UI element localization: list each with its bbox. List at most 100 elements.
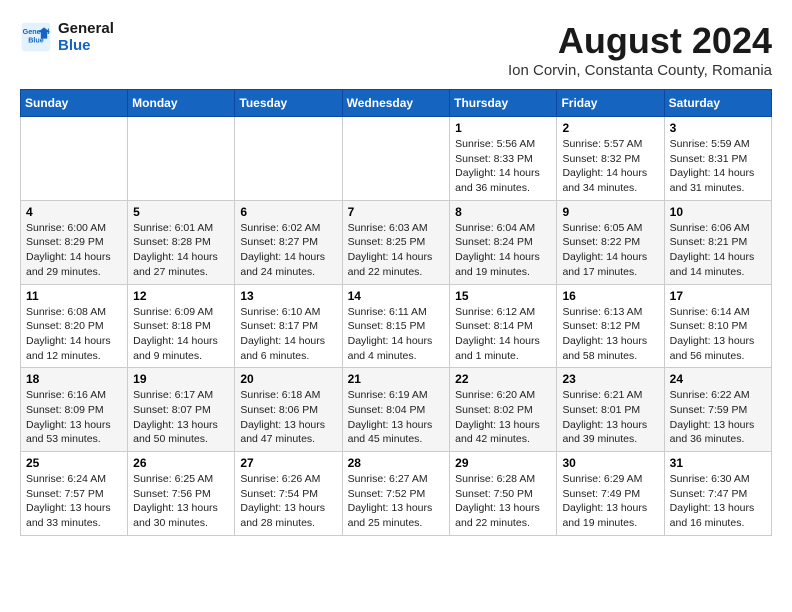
day-info: Sunrise: 6:04 AM Sunset: 8:24 PM Dayligh… bbox=[455, 221, 551, 280]
day-info: Sunrise: 6:24 AM Sunset: 7:57 PM Dayligh… bbox=[26, 472, 122, 531]
day-number: 13 bbox=[240, 289, 336, 303]
day-number: 22 bbox=[455, 372, 551, 386]
day-info: Sunrise: 6:01 AM Sunset: 8:28 PM Dayligh… bbox=[133, 221, 229, 280]
calendar-cell bbox=[235, 117, 342, 201]
calendar-cell: 11 Sunrise: 6:08 AM Sunset: 8:20 PM Dayli… bbox=[21, 284, 128, 368]
weekday-header-sunday: Sunday bbox=[21, 90, 128, 117]
calendar-cell: 12 Sunrise: 6:09 AM Sunset: 8:18 PM Dayli… bbox=[128, 284, 235, 368]
calendar-cell bbox=[21, 117, 128, 201]
day-number: 17 bbox=[670, 289, 766, 303]
calendar-cell: 5 Sunrise: 6:01 AM Sunset: 8:28 PM Daylig… bbox=[128, 200, 235, 284]
calendar-cell: 7 Sunrise: 6:03 AM Sunset: 8:25 PM Daylig… bbox=[342, 200, 450, 284]
day-info: Sunrise: 6:16 AM Sunset: 8:09 PM Dayligh… bbox=[26, 388, 122, 447]
day-number: 24 bbox=[670, 372, 766, 386]
calendar-cell: 13 Sunrise: 6:10 AM Sunset: 8:17 PM Dayli… bbox=[235, 284, 342, 368]
weekday-header-tuesday: Tuesday bbox=[235, 90, 342, 117]
calendar-cell: 29Sunrise: 6:28 AM Sunset: 7:50 PM Dayli… bbox=[450, 452, 557, 536]
calendar-cell: 30Sunrise: 6:29 AM Sunset: 7:49 PM Dayli… bbox=[557, 452, 664, 536]
day-info: Sunrise: 6:12 AM Sunset: 8:14 PM Dayligh… bbox=[455, 305, 551, 364]
calendar-cell: 3 Sunrise: 5:59 AM Sunset: 8:31 PM Daylig… bbox=[664, 117, 771, 201]
day-number: 18 bbox=[26, 372, 122, 386]
calendar-week-5: 25 Sunrise: 6:24 AM Sunset: 7:57 PM Dayli… bbox=[21, 452, 772, 536]
calendar-cell: 25 Sunrise: 6:24 AM Sunset: 7:57 PM Dayli… bbox=[21, 452, 128, 536]
day-info: Sunrise: 6:30 AM Sunset: 7:47 PM Dayligh… bbox=[670, 472, 766, 531]
day-number: 11 bbox=[26, 289, 122, 303]
logo: General Blue General Blue bbox=[20, 20, 114, 54]
calendar-cell: 9 Sunrise: 6:05 AM Sunset: 8:22 PM Daylig… bbox=[557, 200, 664, 284]
weekday-header-wednesday: Wednesday bbox=[342, 90, 450, 117]
day-info: Sunrise: 6:03 AM Sunset: 8:25 PM Dayligh… bbox=[348, 221, 445, 280]
calendar-cell: 6Sunrise: 6:02 AM Sunset: 8:27 PM Daylig… bbox=[235, 200, 342, 284]
title-block: August 2024 Ion Corvin, Constanta County… bbox=[508, 20, 772, 79]
calendar-cell: 14 Sunrise: 6:11 AM Sunset: 8:15 PM Dayli… bbox=[342, 284, 450, 368]
calendar-cell: 18 Sunrise: 6:16 AM Sunset: 8:09 PM Dayli… bbox=[21, 368, 128, 452]
day-info: Sunrise: 6:20 AM Sunset: 8:02 PM Dayligh… bbox=[455, 388, 551, 447]
day-number: 2 bbox=[562, 121, 658, 135]
day-number: 31 bbox=[670, 456, 766, 470]
calendar-cell: 28Sunrise: 6:27 AM Sunset: 7:52 PM Dayli… bbox=[342, 452, 450, 536]
day-info: Sunrise: 6:05 AM Sunset: 8:22 PM Dayligh… bbox=[562, 221, 658, 280]
calendar-cell: 16 Sunrise: 6:13 AM Sunset: 8:12 PM Dayli… bbox=[557, 284, 664, 368]
calendar-cell bbox=[128, 117, 235, 201]
day-info: Sunrise: 6:02 AM Sunset: 8:27 PM Dayligh… bbox=[240, 221, 336, 280]
calendar-cell: 24 Sunrise: 6:22 AM Sunset: 7:59 PM Dayli… bbox=[664, 368, 771, 452]
day-number: 7 bbox=[348, 205, 445, 219]
calendar-cell: 23 Sunrise: 6:21 AM Sunset: 8:01 PM Dayli… bbox=[557, 368, 664, 452]
day-info: Sunrise: 6:25 AM Sunset: 7:56 PM Dayligh… bbox=[133, 472, 229, 531]
calendar-cell: 8Sunrise: 6:04 AM Sunset: 8:24 PM Daylig… bbox=[450, 200, 557, 284]
weekday-header-saturday: Saturday bbox=[664, 90, 771, 117]
day-info: Sunrise: 6:13 AM Sunset: 8:12 PM Dayligh… bbox=[562, 305, 658, 364]
day-info: Sunrise: 6:08 AM Sunset: 8:20 PM Dayligh… bbox=[26, 305, 122, 364]
day-info: Sunrise: 6:26 AM Sunset: 7:54 PM Dayligh… bbox=[240, 472, 336, 531]
calendar-cell: 17 Sunrise: 6:14 AM Sunset: 8:10 PM Dayli… bbox=[664, 284, 771, 368]
day-number: 14 bbox=[348, 289, 445, 303]
day-info: Sunrise: 6:00 AM Sunset: 8:29 PM Dayligh… bbox=[26, 221, 122, 280]
calendar-cell: 4 Sunrise: 6:00 AM Sunset: 8:29 PM Daylig… bbox=[21, 200, 128, 284]
logo-icon: General Blue bbox=[20, 21, 52, 53]
day-info: Sunrise: 6:09 AM Sunset: 8:18 PM Dayligh… bbox=[133, 305, 229, 364]
day-info: Sunrise: 6:18 AM Sunset: 8:06 PM Dayligh… bbox=[240, 388, 336, 447]
calendar-cell: 19Sunrise: 6:17 AM Sunset: 8:07 PM Dayli… bbox=[128, 368, 235, 452]
page-header: General Blue General Blue August 2024 Io… bbox=[20, 20, 772, 79]
day-info: Sunrise: 6:11 AM Sunset: 8:15 PM Dayligh… bbox=[348, 305, 445, 364]
day-number: 15 bbox=[455, 289, 551, 303]
calendar-cell: 26 Sunrise: 6:25 AM Sunset: 7:56 PM Dayli… bbox=[128, 452, 235, 536]
day-info: Sunrise: 5:59 AM Sunset: 8:31 PM Dayligh… bbox=[670, 137, 766, 196]
location-subtitle: Ion Corvin, Constanta County, Romania bbox=[508, 62, 772, 79]
day-number: 5 bbox=[133, 205, 229, 219]
calendar-cell: 20Sunrise: 6:18 AM Sunset: 8:06 PM Dayli… bbox=[235, 368, 342, 452]
day-number: 26 bbox=[133, 456, 229, 470]
day-number: 16 bbox=[562, 289, 658, 303]
day-number: 23 bbox=[562, 372, 658, 386]
day-info: Sunrise: 6:28 AM Sunset: 7:50 PM Dayligh… bbox=[455, 472, 551, 531]
day-info: Sunrise: 6:10 AM Sunset: 8:17 PM Dayligh… bbox=[240, 305, 336, 364]
calendar-header-row: SundayMondayTuesdayWednesdayThursdayFrid… bbox=[21, 90, 772, 117]
day-number: 12 bbox=[133, 289, 229, 303]
day-info: Sunrise: 6:19 AM Sunset: 8:04 PM Dayligh… bbox=[348, 388, 445, 447]
day-info: Sunrise: 6:21 AM Sunset: 8:01 PM Dayligh… bbox=[562, 388, 658, 447]
weekday-header-thursday: Thursday bbox=[450, 90, 557, 117]
day-number: 9 bbox=[562, 205, 658, 219]
calendar-week-1: 1Sunrise: 5:56 AM Sunset: 8:33 PM Daylig… bbox=[21, 117, 772, 201]
day-number: 27 bbox=[240, 456, 336, 470]
calendar-week-4: 18 Sunrise: 6:16 AM Sunset: 8:09 PM Dayli… bbox=[21, 368, 772, 452]
day-number: 4 bbox=[26, 205, 122, 219]
day-number: 19 bbox=[133, 372, 229, 386]
day-info: Sunrise: 6:06 AM Sunset: 8:21 PM Dayligh… bbox=[670, 221, 766, 280]
day-info: Sunrise: 6:14 AM Sunset: 8:10 PM Dayligh… bbox=[670, 305, 766, 364]
calendar-cell: 22 Sunrise: 6:20 AM Sunset: 8:02 PM Dayli… bbox=[450, 368, 557, 452]
day-number: 3 bbox=[670, 121, 766, 135]
day-info: Sunrise: 6:22 AM Sunset: 7:59 PM Dayligh… bbox=[670, 388, 766, 447]
day-number: 25 bbox=[26, 456, 122, 470]
day-number: 28 bbox=[348, 456, 445, 470]
calendar-table: SundayMondayTuesdayWednesdayThursdayFrid… bbox=[20, 89, 772, 536]
day-info: Sunrise: 5:57 AM Sunset: 8:32 PM Dayligh… bbox=[562, 137, 658, 196]
calendar-cell: 15 Sunrise: 6:12 AM Sunset: 8:14 PM Dayli… bbox=[450, 284, 557, 368]
day-number: 21 bbox=[348, 372, 445, 386]
calendar-cell bbox=[342, 117, 450, 201]
weekday-header-friday: Friday bbox=[557, 90, 664, 117]
calendar-cell: 1Sunrise: 5:56 AM Sunset: 8:33 PM Daylig… bbox=[450, 117, 557, 201]
calendar-cell: 21 Sunrise: 6:19 AM Sunset: 8:04 PM Dayli… bbox=[342, 368, 450, 452]
month-year-title: August 2024 bbox=[508, 20, 772, 62]
day-number: 1 bbox=[455, 121, 551, 135]
